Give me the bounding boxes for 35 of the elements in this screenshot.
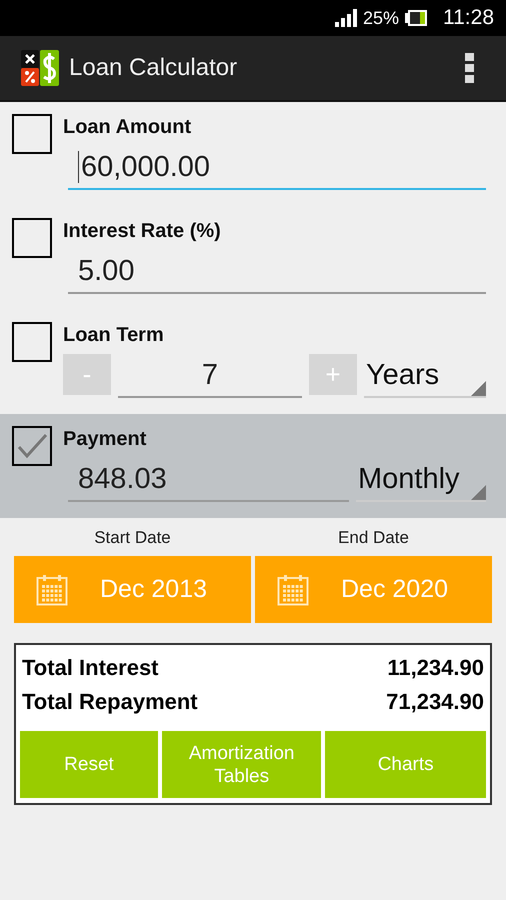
input-field[interactable]: 60,000.00 xyxy=(68,146,486,190)
date-label: End Date xyxy=(338,528,409,548)
action-button[interactable]: Reset xyxy=(20,731,158,798)
decrement-button[interactable]: - xyxy=(63,354,111,395)
input-field[interactable]: 7 xyxy=(118,354,302,398)
total-label: Total Repayment xyxy=(22,688,198,716)
field-label: Interest Rate (%) xyxy=(63,219,222,244)
date-label: Start Date xyxy=(94,528,171,548)
calendar-icon xyxy=(277,574,309,606)
checkbox[interactable] xyxy=(12,218,52,258)
field-label: Loan Term xyxy=(63,323,165,348)
action-button[interactable]: Charts xyxy=(325,731,486,798)
input-field[interactable]: 5.00 xyxy=(68,250,486,294)
calendar-icon xyxy=(36,574,68,606)
frequency-dropdown[interactable]: Monthly xyxy=(356,458,486,502)
field-label: Payment xyxy=(63,427,148,452)
increment-button[interactable]: + xyxy=(309,354,357,395)
field-label: Loan Amount xyxy=(63,115,192,140)
battery-icon xyxy=(405,10,427,26)
signal-icon xyxy=(334,9,357,27)
action-button[interactable]: Amortization Tables xyxy=(162,731,322,798)
total-label: Total Interest xyxy=(22,654,159,682)
checkbox[interactable] xyxy=(12,114,52,154)
app-logo-icon xyxy=(21,50,59,86)
battery-percent: 25% xyxy=(362,8,399,28)
checkbox[interactable] xyxy=(12,322,52,362)
date-button[interactable]: Dec 2013 xyxy=(14,556,251,623)
unit-dropdown[interactable]: Years xyxy=(364,354,486,398)
total-value: 71,234.90 xyxy=(386,688,484,716)
input-field[interactable]: 848.03 xyxy=(68,458,349,502)
checkbox[interactable] xyxy=(12,426,52,466)
total-value: 11,234.90 xyxy=(387,654,484,682)
date-button[interactable]: Dec 2020 xyxy=(255,556,492,623)
clock: 11:28 xyxy=(443,6,494,30)
app-title: Loan Calculator xyxy=(69,54,238,82)
